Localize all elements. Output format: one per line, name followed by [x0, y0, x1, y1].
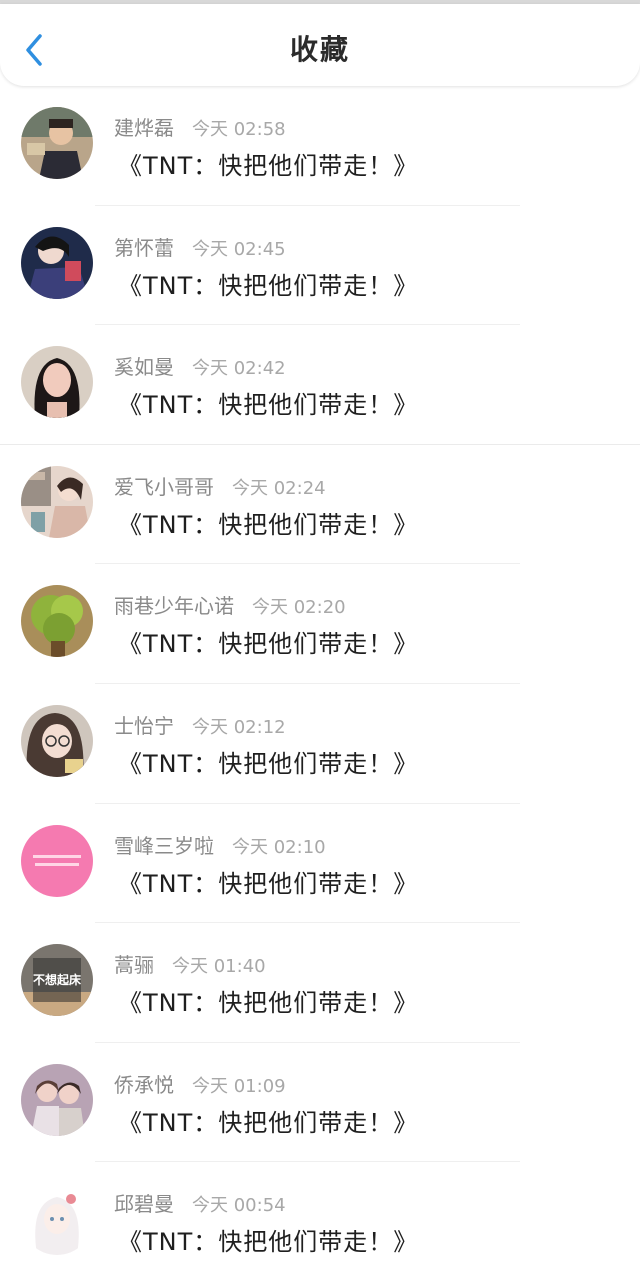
user-name: 建烨磊	[114, 116, 174, 140]
list-item[interactable]: 第怀蕾 今天 02:45 《TNT：快把他们带走！》	[0, 206, 640, 326]
favorites-list: 建烨磊 今天 02:58 《TNT：快把他们带走！》 第怀蕾 今天 02:45 《T…	[0, 86, 640, 1282]
user-name: 雨巷少年心诺	[114, 594, 234, 619]
message-text: 《TNT：快把他们带走！》	[118, 749, 419, 778]
list-item[interactable]: 爱飞小哥哥 今天 02:24 《TNT：快把他们带走！》	[0, 445, 640, 565]
timestamp: 今天 02:42	[192, 358, 286, 380]
avatar	[21, 226, 93, 299]
avatar	[21, 824, 93, 897]
user-name: 雪峰三岁啦	[114, 833, 214, 858]
timestamp: 今天 02:10	[232, 836, 326, 858]
message-text: 《TNT：快把他们带走！》	[118, 989, 419, 1018]
avatar	[21, 465, 93, 538]
page-title: 收藏	[289, 33, 350, 66]
user-name: 邱碧曼	[114, 1192, 174, 1217]
message-text: 《TNT：快把他们带走！》	[118, 1228, 419, 1257]
user-name: 蒿骊	[114, 953, 154, 978]
timestamp: 今天 02:58	[192, 119, 286, 140]
avatar	[21, 107, 93, 179]
avatar	[21, 585, 93, 658]
user-name: 奚如曼	[114, 355, 174, 380]
avatar	[21, 704, 93, 777]
avatar-caption: 不想起床	[33, 972, 82, 987]
avatar	[21, 1183, 93, 1256]
timestamp: 今天 02:45	[192, 238, 286, 260]
user-name: 士怡宁	[114, 713, 174, 738]
list-item[interactable]: 建烨磊 今天 02:58 《TNT：快把他们带走！》	[0, 86, 640, 206]
message-text: 《TNT：快把他们带走！》	[118, 391, 419, 420]
list-item[interactable]: 雨巷少年心诺 今天 02:20 《TNT：快把他们带走！》	[0, 564, 640, 684]
user-name: 侨承悦	[114, 1072, 174, 1097]
list-item[interactable]: 不想起床 蒿骊 今天 01:40 《TNT：快把他们带走！》	[0, 923, 640, 1043]
avatar	[21, 346, 93, 419]
timestamp: 今天 01:40	[172, 956, 266, 978]
user-name: 第怀蕾	[114, 235, 174, 260]
nav-header: 收藏	[0, 4, 640, 86]
message-text: 《TNT：快把他们带走！》	[118, 1108, 419, 1137]
avatar: 不想起床	[21, 944, 93, 1017]
timestamp: 今天 02:20	[252, 597, 346, 619]
list-item[interactable]: 奚如曼 今天 02:42 《TNT：快把他们带走！》	[0, 325, 640, 445]
message-text: 《TNT：快把他们带走！》	[118, 630, 419, 659]
user-name: 爱飞小哥哥	[114, 474, 214, 499]
avatar	[21, 1063, 93, 1136]
list-item[interactable]: 士怡宁 今天 02:12 《TNT：快把他们带走！》	[0, 684, 640, 804]
list-item[interactable]: 雪峰三岁啦 今天 02:10 《TNT：快把他们带走！》	[0, 804, 640, 924]
list-item[interactable]: 邱碧曼 今天 00:54 《TNT：快把他们带走！》	[0, 1162, 640, 1282]
message-text: 《TNT：快把他们带走！》	[118, 271, 419, 300]
message-text: 《TNT：快把他们带走！》	[118, 152, 419, 180]
message-text: 《TNT：快把他们带走！》	[118, 510, 419, 539]
list-item[interactable]: 侨承悦 今天 01:09 《TNT：快把他们带走！》	[0, 1043, 640, 1163]
message-text: 《TNT：快把他们带走！》	[118, 869, 419, 898]
timestamp: 今天 01:09	[192, 1075, 286, 1097]
timestamp: 今天 00:54	[192, 1195, 286, 1217]
timestamp: 今天 02:12	[192, 716, 286, 738]
timestamp: 今天 02:24	[232, 477, 326, 499]
